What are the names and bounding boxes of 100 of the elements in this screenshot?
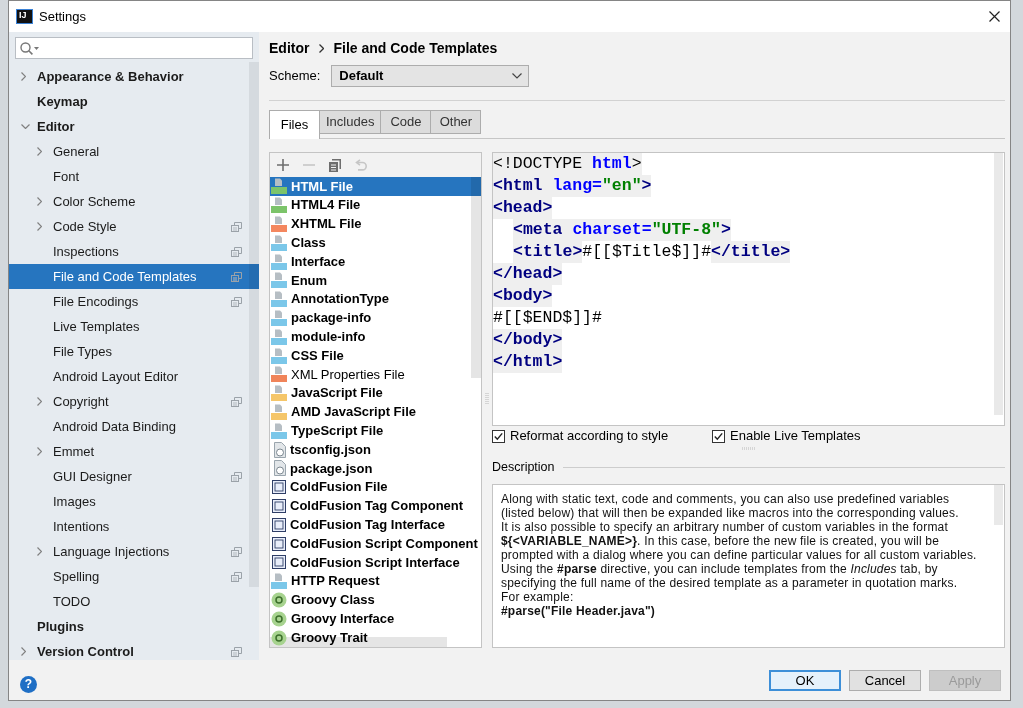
file-template-item[interactable]: Interface xyxy=(270,252,481,271)
file-icon xyxy=(272,441,286,458)
file-template-item[interactable]: TypeScript File xyxy=(270,421,481,441)
tab[interactable]: Code xyxy=(380,110,432,134)
checkbox[interactable] xyxy=(712,429,725,443)
file-template-item[interactable]: XHTML File xyxy=(270,214,481,234)
chevron-right-icon[interactable] xyxy=(37,397,42,406)
chevron-right-icon[interactable] xyxy=(37,222,42,231)
breadcrumb-item: Editor xyxy=(269,39,310,57)
file-icon xyxy=(271,234,287,251)
file-template-item[interactable]: package-info xyxy=(270,308,481,328)
sidebar-item[interactable]: GUI Designer xyxy=(9,464,259,489)
file-template-item[interactable]: AMD JavaScript File xyxy=(270,402,481,422)
description-text: For example: xyxy=(501,590,575,604)
sidebar-item[interactable]: Color Scheme xyxy=(9,189,259,214)
sidebar-item[interactable]: Appearance & Behavior xyxy=(9,64,259,89)
file-template-item[interactable]: ColdFusion Script Interface xyxy=(270,552,481,572)
scrollbar-thumb[interactable] xyxy=(249,62,259,587)
sidebar-item[interactable]: Version Control xyxy=(9,639,259,660)
file-template-item[interactable]: Enum xyxy=(270,271,481,290)
square-icon xyxy=(272,555,286,570)
sidebar-item[interactable]: Images xyxy=(9,489,259,514)
file-icon xyxy=(271,253,287,270)
file-template-item[interactable]: tsconfig.json xyxy=(270,440,481,459)
sidebar-item[interactable]: Font xyxy=(9,164,259,189)
scrollbar-thumb[interactable] xyxy=(994,485,1003,525)
tab[interactable]: Files xyxy=(269,110,320,139)
sidebar-item[interactable]: File and Code Templates xyxy=(9,264,259,289)
file-template-item[interactable]: Groovy Class xyxy=(270,590,481,610)
file-template-item[interactable]: XML Properties File xyxy=(270,364,481,384)
tab[interactable]: Other xyxy=(430,110,482,134)
chevron-right-icon[interactable] xyxy=(37,447,42,456)
file-template-item[interactable]: HTML4 File xyxy=(270,195,481,215)
dialog-button[interactable]: OK xyxy=(769,670,841,691)
tab[interactable]: Includes xyxy=(319,110,382,134)
file-template-item[interactable]: ColdFusion Script Component xyxy=(270,534,481,553)
file-icon xyxy=(271,422,287,439)
sidebar-item[interactable]: TODO xyxy=(9,589,259,614)
sidebar-item[interactable]: Editor xyxy=(9,114,259,139)
file-template-item[interactable]: ColdFusion File xyxy=(270,477,481,497)
chevron-right-icon[interactable] xyxy=(21,647,26,656)
chevron-down-icon xyxy=(512,73,523,79)
copy-icon[interactable] xyxy=(329,158,341,172)
file-template-item[interactable]: HTML File xyxy=(270,177,481,196)
chevron-right-icon[interactable] xyxy=(37,547,42,556)
file-template-item[interactable]: CSS File xyxy=(270,346,481,365)
square-icon xyxy=(272,480,286,495)
sidebar-item[interactable]: Spelling xyxy=(9,564,259,589)
file-template-item[interactable]: Class xyxy=(270,233,481,253)
file-icon xyxy=(271,328,287,345)
file-template-item[interactable]: Groovy Trait xyxy=(270,628,481,647)
sidebar-item[interactable]: Intentions xyxy=(9,514,259,539)
sidebar-item[interactable]: Plugins xyxy=(9,614,259,639)
sidebar-item[interactable]: Emmet xyxy=(9,439,259,464)
sidebar-item[interactable]: Copyright xyxy=(9,389,259,414)
sidebar-item[interactable]: Code Style xyxy=(9,214,259,239)
chevron-right-icon[interactable] xyxy=(37,197,42,206)
sidebar-item[interactable]: Android Data Binding xyxy=(9,414,259,439)
file-template-item[interactable]: AnnotationType xyxy=(270,289,481,309)
breadcrumb-item: File and Code Templates xyxy=(333,39,498,57)
sidebar-item[interactable]: Keymap xyxy=(9,89,259,114)
checkbox[interactable] xyxy=(492,429,505,443)
sidebar-item[interactable]: File Types xyxy=(9,339,259,364)
square-icon xyxy=(272,498,286,513)
file-template-item[interactable]: package.json xyxy=(270,458,481,478)
close-icon[interactable] xyxy=(989,11,1000,22)
scrollbar[interactable] xyxy=(994,153,1003,415)
chevron-right-icon[interactable] xyxy=(37,147,42,156)
scrollbar-thumb[interactable] xyxy=(471,177,481,378)
sidebar-item[interactable]: Inspections xyxy=(9,239,259,264)
description-text: It is also possible to specify an arbitrary number of custom variables in the format ${<VARIABLE_NAME>}. In this case, before the new file is created, you will be prompted with a dialog where you can define particular values for all custom variables. xyxy=(501,520,978,562)
sidebar-item[interactable]: Language Injections xyxy=(9,539,259,564)
checkbox-label[interactable]: Enable Live Templates xyxy=(730,428,861,444)
file-icon xyxy=(271,366,287,383)
file-template-item[interactable]: module-info xyxy=(270,327,481,347)
file-template-item[interactable]: Groovy Interface xyxy=(270,609,481,629)
file-icon xyxy=(271,272,287,289)
file-template-item[interactable]: HTTP Request xyxy=(270,571,481,591)
search-icon xyxy=(20,41,39,55)
description-text: #parse("File Header.java") xyxy=(501,604,656,618)
scheme-dropdown[interactable]: Default xyxy=(331,65,530,87)
chevron-down-icon[interactable] xyxy=(21,124,30,129)
file-template-item[interactable]: JavaScript File xyxy=(270,383,481,403)
section-title: Description xyxy=(492,459,555,475)
help-button[interactable]: ? xyxy=(20,676,37,693)
code-editor[interactable]: <!DOCTYPE html> <html lang="en"> <head> <meta charset="UTF-8"> <title>#[[$Title$]]#</title> </head> <body> #[[$END$]]# </body> </html> xyxy=(492,152,1005,426)
sidebar-item[interactable]: Android Layout Editor xyxy=(9,364,259,389)
file-template-item[interactable]: ColdFusion Tag Interface xyxy=(270,515,481,535)
search-field[interactable] xyxy=(15,37,253,59)
plus-icon[interactable] xyxy=(277,159,289,171)
sidebar-item[interactable]: Live Templates xyxy=(9,314,259,339)
sidebar-item[interactable]: File Encodings xyxy=(9,289,259,314)
sidebar-item[interactable]: General xyxy=(9,139,259,164)
app-logo: IJ xyxy=(16,9,33,24)
file-icon xyxy=(271,178,287,195)
dialog-button[interactable]: Cancel xyxy=(849,670,921,691)
chevron-right-icon[interactable] xyxy=(21,72,26,81)
file-icon xyxy=(272,460,286,477)
checkbox-label[interactable]: Reformat according to style xyxy=(510,428,669,444)
file-template-item[interactable]: ColdFusion Tag Component xyxy=(270,496,481,516)
